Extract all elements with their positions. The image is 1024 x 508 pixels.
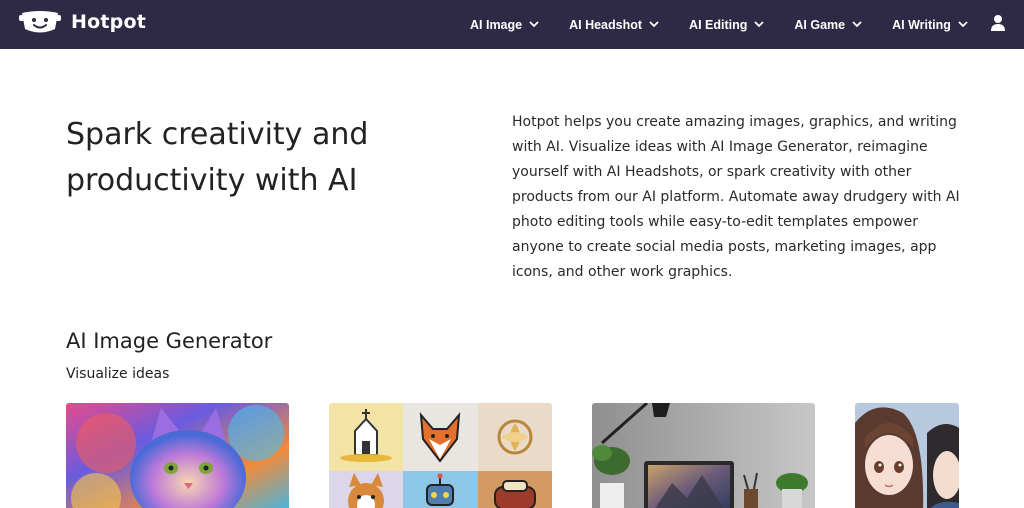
image-card-desk-laptop[interactable] [592, 403, 815, 508]
chevron-down-icon [649, 21, 659, 28]
nav-item-label: AI Image [470, 17, 523, 32]
top-navbar: Hotpot AI Image AI Headshot AI Editing A… [0, 0, 1024, 49]
image-card-icon-grid[interactable] [329, 403, 552, 508]
chevron-down-icon [529, 21, 539, 28]
user-icon[interactable] [990, 14, 1006, 31]
smiling-pot-logo-icon [19, 11, 61, 33]
desk-laptop-image [592, 403, 815, 508]
nav-item-label: AI Headshot [569, 17, 643, 32]
nav-ai-writing-menu[interactable]: AI Writing [892, 18, 968, 32]
nav-item-label: AI Writing [892, 17, 951, 32]
nav-item-label: AI Editing [689, 17, 748, 32]
nav-ai-headshot-menu[interactable]: AI Headshot [569, 18, 659, 32]
colorful-cat-image [66, 403, 289, 508]
nav-item-label: AI Game [794, 17, 846, 32]
section-title: AI Image Generator [66, 329, 273, 353]
nav-ai-game-menu[interactable]: AI Game [794, 18, 862, 32]
image-card-colorful-cat[interactable] [66, 403, 289, 508]
chevron-down-icon [852, 21, 862, 28]
anime-girls-image [855, 403, 959, 508]
brand-home-link[interactable]: Hotpot [19, 9, 146, 35]
nav-ai-editing-menu[interactable]: AI Editing [689, 17, 765, 32]
chevron-down-icon [958, 21, 968, 28]
section-subtitle: Visualize ideas [66, 366, 170, 382]
main-nav: AI Image AI Headshot AI Editing AI Game … [470, 0, 968, 49]
icon-grid-image [329, 403, 552, 508]
nav-ai-image-menu[interactable]: AI Image [470, 18, 539, 32]
brand-name: Hotpot [71, 11, 146, 33]
image-card-anime-girls[interactable] [855, 403, 959, 508]
chevron-down-icon [754, 21, 765, 28]
hero-title: Spark creativity and productivity with A… [66, 117, 369, 198]
hero-description: Hotpot helps you create amazing images, … [512, 114, 960, 280]
